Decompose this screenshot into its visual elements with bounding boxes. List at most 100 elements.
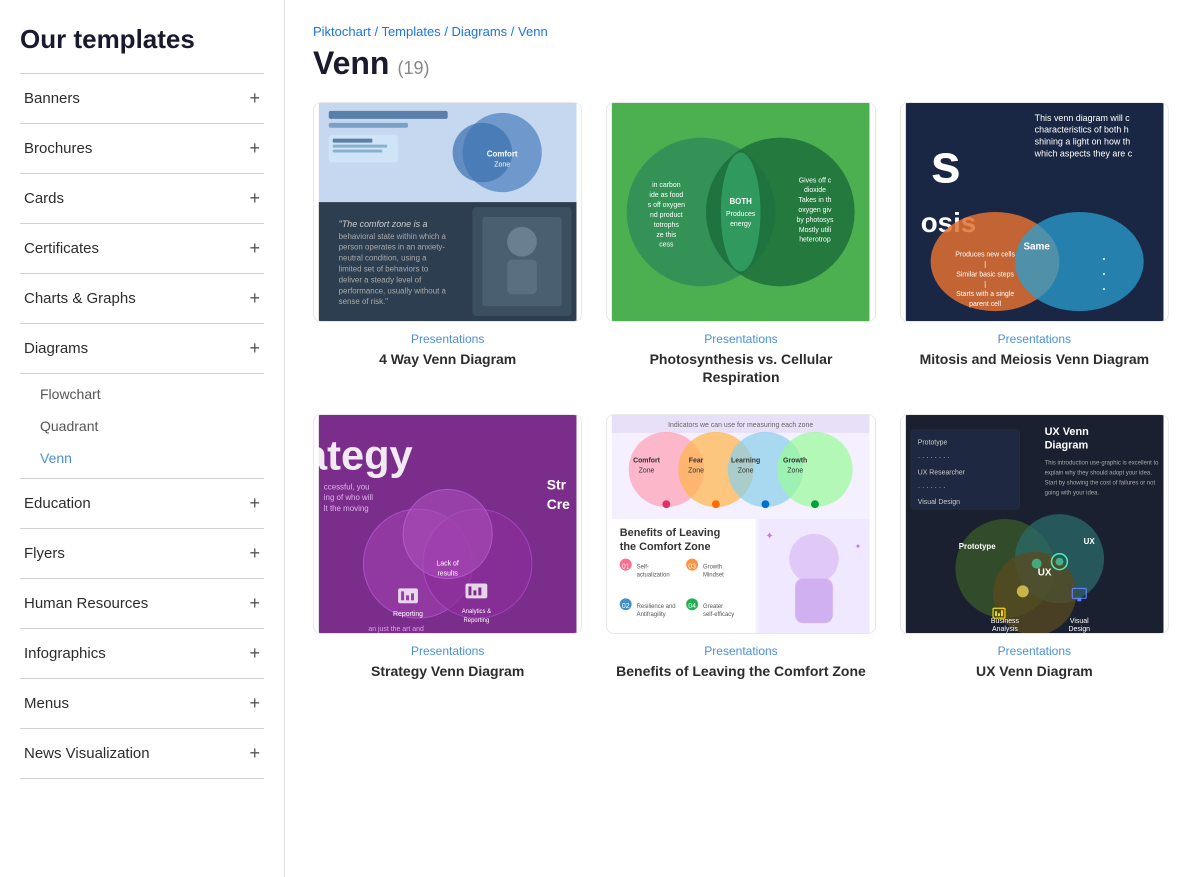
svg-text:oxygen giv: oxygen giv [799,207,833,214]
svg-text:in carbon: in carbon [652,182,681,189]
svg-text:Mostly utili: Mostly utili [799,227,832,234]
template-name-t5: Benefits of Leaving the Comfort Zone [610,662,871,680]
template-category-t1: Presentations [317,332,578,346]
svg-text:|: | [984,281,986,288]
svg-text:shining a light on how th: shining a light on how th [1034,137,1130,147]
svg-text:Fear: Fear [689,458,704,465]
template-grid: Comfort Zone "The comfort zone is a beha… [313,102,1169,685]
template-name-t2: Photosynthesis vs. Cellular Respiration [610,350,871,386]
sidebar-heading: Our templates [20,24,264,55]
svg-text:UX Venn: UX Venn [1044,426,1088,438]
sidebar-submenu-item-flowchart[interactable]: Flowchart [36,378,264,410]
svg-text:ccessful, you: ccessful, you [324,483,370,492]
svg-text:Gives off c: Gives off c [799,177,832,184]
template-card-t3[interactable]: This venn diagram will c characteristics… [900,102,1169,390]
breadcrumb-piktochart[interactable]: Piktochart [313,24,371,39]
svg-text:Takes in th: Takes in th [799,197,832,204]
svg-text:ing of who will: ing of who will [324,494,373,503]
svg-text:dioxide: dioxide [804,187,826,194]
template-thumbnail-t4: ategy ccessful, you ing of who will lt t… [313,414,582,634]
page-title: Venn [313,45,389,82]
template-card-t5[interactable]: Indicators we can use for measuring each… [606,414,875,684]
template-name-t6: UX Venn Diagram [904,662,1165,680]
svg-text:Start by showing the cost of f: Start by showing the cost of failures or… [1044,481,1155,487]
svg-text:lt the moving: lt the moving [324,504,369,513]
template-name-t1: 4 Way Venn Diagram [317,350,578,368]
sidebar-submenu-item-quadrant[interactable]: Quadrant [36,410,264,442]
svg-text:03: 03 [689,564,697,571]
expand-icon: + [249,593,260,614]
svg-text:Comfort: Comfort [633,458,661,465]
svg-text:nd product: nd product [650,212,683,219]
svg-text:totrophs: totrophs [654,222,680,229]
sidebar-item-brochures[interactable]: Brochures + [20,124,264,174]
sidebar-item-human-resources[interactable]: Human Resources + [20,579,264,629]
svg-text:Cre: Cre [547,497,570,513]
breadcrumb-templates[interactable]: Templates [381,24,440,39]
expand-icon: + [249,543,260,564]
svg-text:limited set of behaviors to: limited set of behaviors to [339,264,429,273]
expand-icon: + [249,238,260,259]
template-card-t6[interactable]: UX Venn Diagram This introduction use-gr… [900,414,1169,684]
breadcrumb-diagrams[interactable]: Diagrams [452,24,508,39]
diagrams-submenu: Flowchart Quadrant Venn [20,374,264,479]
expand-icon: + [249,338,260,359]
svg-text:Starts with a single: Starts with a single [956,291,1014,298]
template-category-t5: Presentations [610,644,871,658]
svg-text:ide as food: ide as food [650,192,684,199]
svg-text:Zone: Zone [639,468,655,475]
template-card-t2[interactable]: in carbon ide as food s off oxygen nd pr… [606,102,875,390]
svg-text:s off oxygen: s off oxygen [648,202,685,209]
expand-icon: + [249,643,260,664]
template-thumbnail-t3: This venn diagram will c characteristics… [900,102,1169,322]
template-info-t1: Presentations 4 Way Venn Diagram [313,322,582,372]
template-thumbnail-t1: Comfort Zone "The comfort zone is a beha… [313,102,582,322]
svg-text:going with your idea.: going with your idea. [1044,491,1099,497]
sidebar-item-news-visualization[interactable]: News Visualization + [20,729,264,779]
sidebar-submenu-item-venn[interactable]: Venn [36,442,264,474]
template-info-t6: Presentations UX Venn Diagram [900,634,1169,684]
svg-text:behavioral state within which: behavioral state within which a [339,232,447,241]
svg-text:Business: Business [991,618,1020,625]
svg-text:Indicators we can use for meas: Indicators we can use for measuring each… [668,422,813,429]
svg-text:· · · · · · · ·: · · · · · · · · [917,455,949,462]
sidebar-item-menus[interactable]: Menus + [20,679,264,729]
svg-text:Analytics &: Analytics & [462,610,491,616]
svg-text:Produces: Produces [726,211,756,218]
sidebar-item-charts-graphs[interactable]: Charts & Graphs + [20,274,264,324]
sidebar-item-flyers[interactable]: Flyers + [20,529,264,579]
svg-text:which aspects they are c: which aspects they are c [1033,149,1132,159]
svg-text:Zone: Zone [494,161,510,168]
template-name-t3: Mitosis and Meiosis Venn Diagram [904,350,1165,368]
svg-text:Learning: Learning [731,458,760,465]
sidebar-item-education[interactable]: Education + [20,479,264,529]
svg-text:· · · · · · ·: · · · · · · · [917,485,945,492]
sidebar-item-certificates[interactable]: Certificates + [20,224,264,274]
expand-icon: + [249,693,260,714]
sidebar-item-cards[interactable]: Cards + [20,174,264,224]
breadcrumb-venn[interactable]: Venn [518,24,548,39]
svg-text:UX: UX [1037,568,1051,579]
svg-text:Zone: Zone [788,468,804,475]
svg-text:ze this: ze this [657,232,678,239]
sidebar: Our templates Banners + Brochures + Card… [0,0,285,877]
breadcrumb: Piktochart / Templates / Diagrams / Venn [313,24,1169,39]
template-category-t6: Presentations [904,644,1165,658]
template-card-t4[interactable]: ategy ccessful, you ing of who will lt t… [313,414,582,684]
template-card-t1[interactable]: Comfort Zone "The comfort zone is a beha… [313,102,582,390]
sidebar-item-diagrams[interactable]: Diagrams + [20,324,264,374]
svg-text:Reporting: Reporting [393,612,423,619]
sidebar-item-infographics[interactable]: Infographics + [20,629,264,679]
svg-text:neutral condition, using a: neutral condition, using a [339,254,428,263]
svg-text:"The comfort zone is a: "The comfort zone is a [339,219,428,229]
svg-text:01: 01 [622,564,630,571]
svg-text:UX Researcher: UX Researcher [917,470,965,477]
expand-icon: + [249,743,260,764]
sidebar-item-banners[interactable]: Banners + [20,74,264,124]
svg-text:Growth: Growth [783,458,807,465]
svg-text:self-efficacy: self-efficacy [703,613,734,619]
expand-icon: + [249,288,260,309]
svg-text:cess: cess [660,242,675,249]
svg-text:Zone: Zone [689,468,705,475]
template-thumbnail-t6: UX Venn Diagram This introduction use-gr… [900,414,1169,634]
